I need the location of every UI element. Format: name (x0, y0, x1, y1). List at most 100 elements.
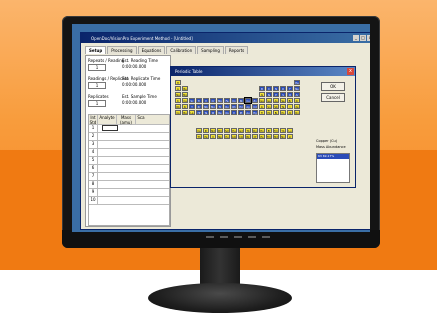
monitor-button[interactable] (220, 236, 228, 238)
element-be[interactable]: Be (182, 86, 188, 91)
dialog-close-button[interactable]: x (347, 68, 354, 75)
element-fe[interactable]: Fe (224, 98, 230, 103)
element-pd[interactable]: Pd (238, 104, 244, 109)
element-cf[interactable]: Cf (252, 134, 258, 139)
element-bk[interactable]: Bk (245, 134, 251, 139)
monitor-button[interactable] (206, 236, 214, 238)
element-lr[interactable]: Lr (287, 134, 293, 139)
window-titlebar[interactable]: OpenDoc/VisionPro Experiment Method - [U… (81, 33, 370, 43)
element-li[interactable]: Li (175, 86, 181, 91)
table-row[interactable]: 4 (89, 149, 169, 157)
isotope-item-selected[interactable]: 63 69.17% (317, 154, 349, 159)
minimize-button[interactable]: _ (353, 35, 359, 41)
table-row[interactable]: 8 (89, 181, 169, 189)
element-yb[interactable]: Yb (280, 128, 286, 133)
element-rb[interactable]: Rb (175, 104, 181, 109)
element-tm[interactable]: Tm (273, 128, 279, 133)
isotope-list[interactable]: 63 69.17% (316, 153, 350, 183)
element-ca[interactable]: Ca (182, 98, 188, 103)
element-f[interactable]: F (287, 86, 293, 91)
element-pa[interactable]: Pa (203, 134, 209, 139)
element-ho[interactable]: Ho (259, 128, 265, 133)
element-eu[interactable]: Eu (231, 128, 237, 133)
element-ar[interactable]: Ar (294, 92, 300, 97)
element-nd[interactable]: Nd (210, 128, 216, 133)
monitor-button[interactable] (234, 236, 242, 238)
element-cs[interactable]: Cs (175, 110, 181, 115)
element-si[interactable]: Si (266, 92, 272, 97)
monitor-button[interactable] (262, 236, 270, 238)
replicates-input[interactable]: 1 (88, 100, 106, 107)
table-row[interactable]: 5 (89, 157, 169, 165)
element-k[interactable]: K (175, 98, 181, 103)
element-na[interactable]: Na (175, 92, 181, 97)
element-u[interactable]: U (210, 134, 216, 139)
table-row[interactable]: 1 (89, 125, 169, 133)
element-no[interactable]: No (280, 134, 286, 139)
monitor-button[interactable] (248, 236, 256, 238)
table-row[interactable]: 10 (89, 197, 169, 205)
element-pr[interactable]: Pr (203, 128, 209, 133)
element-he[interactable]: He (294, 80, 300, 85)
repeats-input[interactable]: 1 (88, 64, 106, 71)
element-at[interactable]: At (287, 110, 293, 115)
element-al[interactable]: Al (259, 92, 265, 97)
maximize-button[interactable]: □ (360, 35, 366, 41)
element-rn[interactable]: Rn (294, 110, 300, 115)
element-mg[interactable]: Mg (182, 92, 188, 97)
element-md[interactable]: Md (273, 134, 279, 139)
element-te[interactable]: Te (280, 104, 286, 109)
element-mn[interactable]: Mn (217, 98, 223, 103)
element-w[interactable]: W (210, 110, 216, 115)
tab-reports[interactable]: Reports (224, 46, 249, 54)
close-button[interactable]: x (367, 35, 370, 41)
table-row[interactable]: 7 (89, 173, 169, 181)
element-cm[interactable]: Cm (238, 134, 244, 139)
table-row[interactable]: 9 (89, 189, 169, 197)
element-se[interactable]: Se (280, 98, 286, 103)
ok-button[interactable]: OK (321, 82, 345, 91)
element-zr[interactable]: Zr (196, 104, 202, 109)
table-row[interactable]: 2 (89, 133, 169, 141)
element-os[interactable]: Os (224, 110, 230, 115)
element-mo[interactable]: Mo (210, 104, 216, 109)
element-dy[interactable]: Dy (252, 128, 258, 133)
element-br[interactable]: Br (287, 98, 293, 103)
element-ru[interactable]: Ru (224, 104, 230, 109)
element-cl[interactable]: Cl (287, 92, 293, 97)
element-kr[interactable]: Kr (294, 98, 300, 103)
element-fm[interactable]: Fm (266, 134, 272, 139)
element-y[interactable]: Y (189, 104, 195, 109)
element-hf[interactable]: Hf (196, 110, 202, 115)
element-sr[interactable]: Sr (182, 104, 188, 109)
element-lu[interactable]: Lu (287, 128, 293, 133)
element-zn[interactable]: Zn (252, 98, 258, 103)
element-gd[interactable]: Gd (238, 128, 244, 133)
readings-input[interactable]: 1 (88, 82, 106, 89)
element-es[interactable]: Es (259, 134, 265, 139)
element-in[interactable]: In (259, 104, 265, 109)
element-er[interactable]: Er (266, 128, 272, 133)
element-tc[interactable]: Tc (217, 104, 223, 109)
element-ce[interactable]: Ce (196, 128, 202, 133)
element-ti[interactable]: Ti (196, 98, 202, 103)
analyte-cell[interactable] (102, 125, 118, 131)
element-hg[interactable]: Hg (252, 110, 258, 115)
cancel-button[interactable]: Cancel (321, 93, 345, 102)
element-tb[interactable]: Tb (245, 128, 251, 133)
element-cu[interactable]: Cu (244, 97, 252, 104)
element-ag[interactable]: Ag (245, 104, 251, 109)
element-ne[interactable]: Ne (294, 86, 300, 91)
element-as[interactable]: As (273, 98, 279, 103)
element-ga[interactable]: Ga (259, 98, 265, 103)
element-o[interactable]: O (280, 86, 286, 91)
tab-setup[interactable]: Setup (85, 46, 107, 54)
element-th[interactable]: Th (196, 134, 202, 139)
element-h[interactable]: H (175, 80, 181, 85)
element-sn[interactable]: Sn (266, 104, 272, 109)
element-am[interactable]: Am (231, 134, 237, 139)
tab-sampling[interactable]: Sampling (197, 46, 224, 54)
tab-calibration[interactable]: Calibration (166, 46, 197, 54)
element-bi[interactable]: Bi (273, 110, 279, 115)
element-p[interactable]: P (273, 92, 279, 97)
